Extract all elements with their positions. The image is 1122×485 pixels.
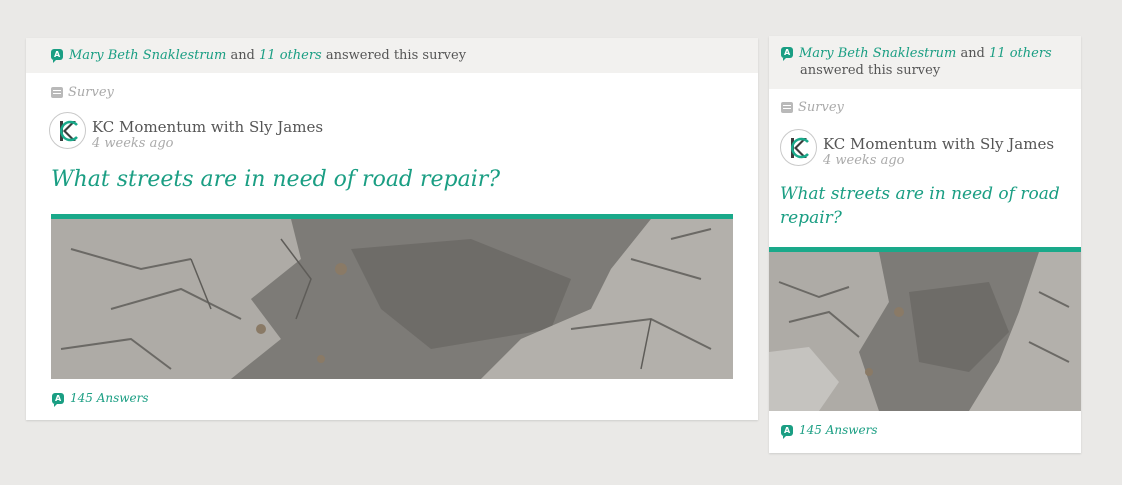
road-photo[interactable] [51, 214, 733, 379]
survey-icon [781, 102, 793, 113]
post-type-label: Survey [68, 85, 114, 100]
kc-logo-icon [791, 137, 809, 159]
activity-bar: A Mary Beth Snaklestrum and 11 others ans… [769, 36, 1081, 89]
connector-text: and [230, 48, 255, 63]
road-image [769, 252, 1081, 411]
survey-card-large[interactable]: A Mary Beth Snaklestrum and 11 others ans… [26, 38, 758, 420]
road-photo[interactable] [769, 247, 1081, 411]
post-type: Survey [781, 100, 844, 115]
post-type: Survey [51, 85, 114, 100]
activity-suffix: answered this survey [325, 48, 467, 63]
road-image [51, 219, 733, 379]
others-link[interactable]: 11 others [259, 48, 322, 63]
avatar[interactable] [49, 112, 86, 149]
user-link[interactable]: Mary Beth Snaklestrum [69, 48, 226, 63]
answer-bubble-icon: A [52, 392, 64, 407]
author-block[interactable]: KC Momentum with Sly James 4 weeks ago [49, 112, 323, 152]
user-link[interactable]: Mary Beth Snaklestrum [799, 46, 956, 61]
survey-card-small[interactable]: A Mary Beth Snaklestrum and 11 others ans… [769, 36, 1081, 453]
others-link[interactable]: 11 others [989, 46, 1052, 61]
post-type-label: Survey [798, 100, 844, 115]
answers-link[interactable]: A 145 Answers [781, 423, 878, 439]
answers-count[interactable]: 145 Answers [70, 391, 149, 405]
author-block[interactable]: KC Momentum with Sly James 4 weeks ago [780, 129, 1054, 169]
post-time: 4 weeks ago [823, 153, 905, 168]
activity-suffix: answered this survey [800, 63, 941, 78]
kc-logo-icon [60, 120, 78, 142]
survey-icon [51, 87, 63, 98]
answer-bubble-icon: A [781, 47, 793, 61]
connector-text: and [960, 46, 985, 61]
post-title[interactable]: What streets are in need of road repair? [780, 182, 1060, 230]
answer-bubble-icon: A [781, 424, 793, 439]
avatar[interactable] [780, 129, 817, 166]
answers-count[interactable]: 145 Answers [799, 423, 878, 437]
post-time: 4 weeks ago [92, 136, 174, 151]
answers-link[interactable]: A 145 Answers [52, 391, 149, 407]
answer-bubble-icon: A [51, 49, 63, 63]
post-title[interactable]: What streets are in need of road repair? [51, 166, 500, 194]
activity-bar: A Mary Beth Snaklestrum and 11 others ans… [26, 38, 758, 73]
author-name[interactable]: KC Momentum with Sly James [823, 135, 1054, 153]
author-name[interactable]: KC Momentum with Sly James [92, 118, 323, 136]
